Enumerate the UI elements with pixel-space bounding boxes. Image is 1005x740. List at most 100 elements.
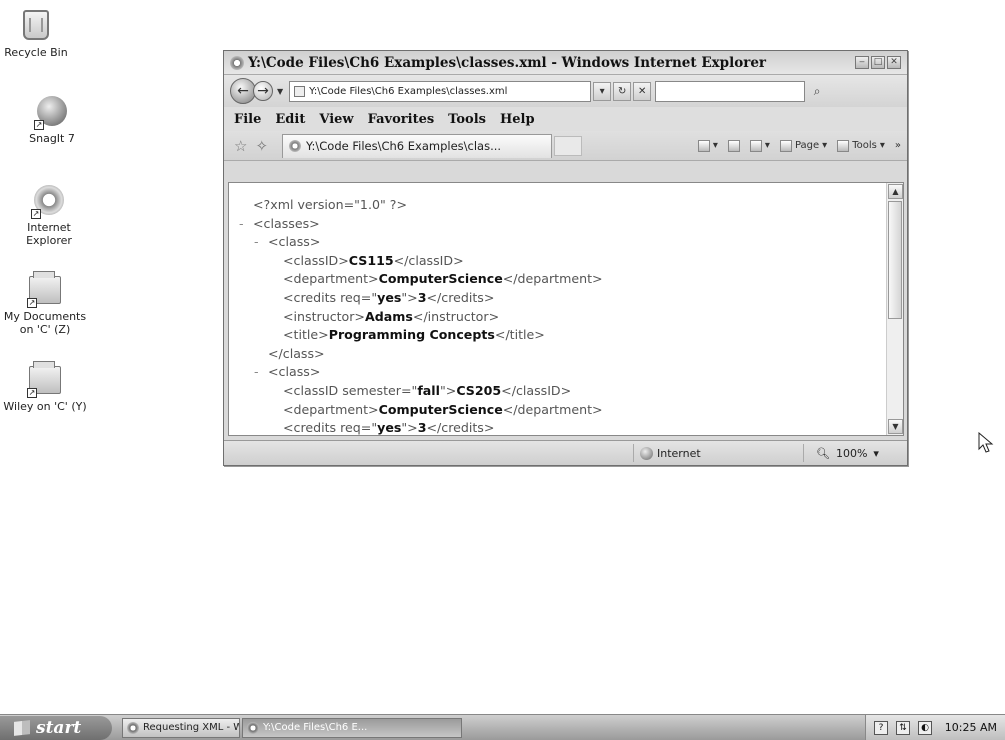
address-dropdown-button[interactable]: ▾ bbox=[593, 81, 612, 101]
tools-menu-label: Tools bbox=[852, 140, 877, 151]
xml-markup: <title> bbox=[283, 327, 329, 343]
stop-button[interactable]: ✕ bbox=[633, 81, 652, 101]
xml-markup: <instructor> bbox=[283, 308, 365, 324]
menu-file[interactable]: File bbox=[234, 112, 261, 127]
desktop-icon-my-documents[interactable]: ↗ My Documents on 'C' (Z) bbox=[0, 271, 91, 336]
menu-favorites[interactable]: Favorites bbox=[368, 112, 435, 127]
add-favorites-icon[interactable]: ✧ bbox=[255, 137, 268, 155]
browser-window: Y:\Code Files\Ch6 Examples\classes.xml -… bbox=[223, 50, 908, 466]
menu-edit[interactable]: Edit bbox=[275, 112, 305, 127]
title-bar[interactable]: Y:\Code Files\Ch6 Examples\classes.xml -… bbox=[224, 51, 907, 75]
tab-toolbar: ☆ ✧ Y:\Code Files\Ch6 Examples\clas... ▾… bbox=[224, 131, 907, 161]
window-title: Y:\Code Files\Ch6 Examples\classes.xml -… bbox=[248, 54, 767, 71]
xml-line: <classID>CS115</classID> bbox=[239, 252, 886, 271]
scroll-down-icon[interactable]: ▼ bbox=[888, 419, 903, 434]
address-bar[interactable]: Y:\Code Files\Ch6 Examples\classes.xml bbox=[289, 80, 592, 102]
zoom-icon: 🔍︎ bbox=[816, 446, 830, 460]
xml-markup: <credits req=" bbox=[283, 289, 378, 305]
print-button[interactable]: ▾ bbox=[749, 139, 770, 152]
xml-line[interactable]: - <class> bbox=[239, 233, 886, 252]
desktop-icon-label: Wiley on 'C' (Y) bbox=[3, 400, 87, 413]
taskbar: start Requesting XML - Win... Y:\Code Fi… bbox=[0, 714, 1005, 740]
tab-classes-xml[interactable]: Y:\Code Files\Ch6 Examples\clas... bbox=[282, 133, 553, 158]
refresh-button[interactable]: ↻ bbox=[613, 81, 632, 101]
print-icon bbox=[749, 139, 762, 152]
tools-menu-button[interactable]: Tools ▾ bbox=[837, 139, 885, 152]
network-drive-icon: ↗ bbox=[27, 361, 63, 398]
toolbar-overflow-icon[interactable]: » bbox=[895, 140, 901, 151]
snagit-icon: ↗ bbox=[34, 94, 70, 130]
security-zone[interactable]: Internet bbox=[633, 444, 803, 462]
desktop-icon-internet-explorer[interactable]: ↗ Internet Explorer bbox=[3, 183, 95, 247]
home-button[interactable]: ▾ bbox=[697, 139, 718, 152]
scrollbar-thumb[interactable] bbox=[888, 201, 902, 319]
xml-markup: "> bbox=[439, 382, 457, 398]
menu-help[interactable]: Help bbox=[500, 112, 535, 127]
mouse-pointer-icon bbox=[978, 432, 994, 453]
internet-explorer-icon bbox=[289, 140, 302, 152]
new-tab-button[interactable] bbox=[554, 135, 583, 156]
minimize-button[interactable]: ‒ bbox=[855, 56, 869, 69]
zoom-control[interactable]: 🔍︎ 100% ▾ bbox=[803, 444, 907, 462]
collapse-toggle[interactable]: - bbox=[254, 233, 268, 252]
xml-markup: <department> bbox=[283, 401, 379, 417]
search-icon[interactable]: ⌕ bbox=[807, 82, 827, 101]
start-label: start bbox=[36, 717, 82, 738]
task-label: Y:\Code Files\Ch6 E... bbox=[263, 722, 368, 733]
xml-markup: <classes> bbox=[253, 215, 320, 231]
xml-tree: <?xml version="1.0" ?> - <classes> - <class>… bbox=[229, 183, 886, 436]
xml-line: <department>ComputerScience</department> bbox=[239, 401, 886, 420]
xml-markup: </department> bbox=[502, 271, 603, 287]
history-dropdown-icon[interactable]: ▼ bbox=[277, 87, 283, 96]
desktop-icon-recycle-bin[interactable]: Recycle Bin bbox=[0, 8, 82, 59]
collapse-toggle[interactable]: - bbox=[239, 215, 253, 234]
xml-markup: </instructor> bbox=[412, 308, 500, 324]
collapse-toggle[interactable]: - bbox=[254, 363, 268, 382]
desktop-icon-label: Internet Explorer bbox=[26, 221, 72, 247]
zoom-level: 100% bbox=[835, 446, 868, 460]
xml-markup: <credits req=" bbox=[283, 420, 378, 436]
scroll-up-icon[interactable]: ▲ bbox=[888, 184, 903, 199]
feeds-icon bbox=[727, 139, 740, 152]
tools-icon bbox=[837, 139, 850, 152]
desktop-icon-label: SnagIt 7 bbox=[29, 132, 75, 145]
forward-button[interactable]: → bbox=[253, 81, 273, 101]
snagit-tray-icon[interactable]: ◐ bbox=[918, 720, 932, 735]
xml-markup: </class> bbox=[268, 345, 325, 361]
xml-line: <classID semester="fall">CS205</classID> bbox=[239, 382, 886, 401]
xml-document-view[interactable]: <?xml version="1.0" ?> - <classes> - <class>… bbox=[228, 182, 904, 436]
recycle-bin-icon bbox=[18, 8, 54, 42]
menu-view[interactable]: View bbox=[319, 112, 353, 127]
xml-line[interactable]: - <class> bbox=[239, 363, 886, 382]
taskbar-item-classes-xml[interactable]: Y:\Code Files\Ch6 E... bbox=[242, 717, 462, 738]
search-input[interactable] bbox=[655, 80, 806, 102]
xml-line: <?xml version="1.0" ?> bbox=[239, 196, 886, 215]
vertical-scrollbar[interactable]: ▲ ▼ bbox=[886, 183, 903, 435]
zone-label: Internet bbox=[657, 446, 701, 460]
xml-line: <instructor>Adams</instructor> bbox=[239, 308, 886, 327]
network-drive-icon: ↗ bbox=[27, 271, 63, 308]
xml-markup: </classID> bbox=[393, 252, 464, 268]
xml-line: <credits req="yes">3</credits> bbox=[239, 419, 886, 436]
xml-markup: <?xml version="1.0" ?> bbox=[253, 197, 407, 212]
internet-explorer-icon: ↗ bbox=[31, 183, 67, 219]
desktop-icon-wiley[interactable]: ↗ Wiley on 'C' (Y) bbox=[0, 361, 91, 413]
menu-tools[interactable]: Tools bbox=[448, 112, 486, 127]
page-icon bbox=[779, 139, 792, 152]
close-button[interactable]: ✕ bbox=[887, 56, 901, 69]
page-menu-button[interactable]: Page ▾ bbox=[779, 139, 827, 152]
start-button[interactable]: start bbox=[0, 715, 112, 740]
page-icon bbox=[294, 85, 306, 97]
maximize-button[interactable]: □ bbox=[871, 56, 885, 69]
task-label: Requesting XML - Win... bbox=[143, 722, 239, 733]
xml-line[interactable]: - <classes> bbox=[239, 215, 886, 234]
windows-flag-icon bbox=[14, 719, 30, 736]
network-icon[interactable]: ⇅ bbox=[896, 720, 910, 735]
feeds-button[interactable] bbox=[727, 139, 740, 152]
xml-markup: "> bbox=[401, 420, 418, 436]
help-icon[interactable]: ? bbox=[874, 720, 888, 735]
taskbar-item-requesting-xml[interactable]: Requesting XML - Win... bbox=[122, 717, 240, 738]
desktop-icon-snagit[interactable]: ↗ SnagIt 7 bbox=[6, 94, 98, 145]
favorites-star-icon[interactable]: ☆ bbox=[234, 137, 247, 155]
internet-explorer-icon bbox=[247, 721, 259, 734]
